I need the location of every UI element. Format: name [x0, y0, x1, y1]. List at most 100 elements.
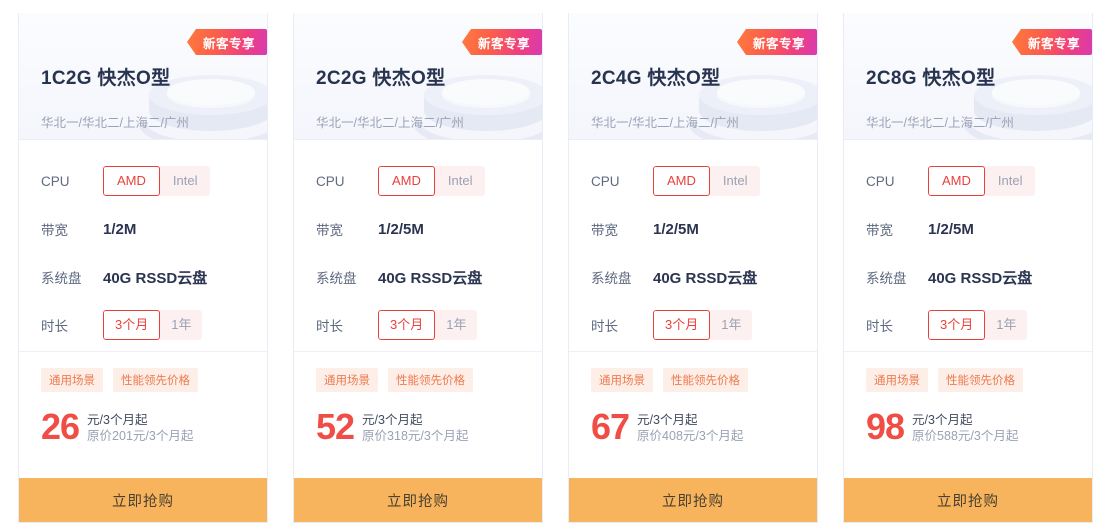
feature-tag-1: 通用场景	[316, 368, 378, 392]
spec-value-disk: 40G RSSD云盘	[103, 269, 208, 287]
spec-label-disk: 系统盘	[591, 271, 632, 286]
spec-list: CPU AMD Intel 带宽 1/2/5M 系统盘 40G RSSD云盘 时长…	[294, 140, 542, 352]
tag-list: 通用场景 性能领先价格	[866, 368, 1092, 392]
price-unit: 元/3个月起	[87, 413, 148, 427]
card-title: 1C2G 快杰O型	[41, 68, 171, 89]
feature-tag-1: 通用场景	[591, 368, 653, 392]
card-regions: 华北一/华北二/上海二/广州	[316, 116, 464, 130]
tag-list: 通用场景 性能领先价格	[591, 368, 817, 392]
spec-label-duration: 时长	[316, 319, 343, 334]
duration-option-1[interactable]: 3个月	[378, 310, 436, 340]
price-block: 98 元/3个月起 原价588元/3个月起	[866, 406, 1092, 447]
cpu-option-amd[interactable]: AMD	[653, 166, 710, 196]
price-amount: 52	[316, 406, 355, 447]
card-header: 新客专享 1C2G 快杰O型 华北一/华北二/上海二/广州	[19, 13, 267, 140]
duration-option-1[interactable]: 3个月	[103, 310, 161, 340]
price-original: 原价201元/3个月起	[87, 429, 194, 443]
new-customer-badge: 新客专享	[186, 29, 267, 55]
duration-selector[interactable]: 3个月 1年	[378, 310, 478, 340]
spec-row-disk: 系统盘 40G RSSD云盘	[19, 253, 267, 301]
spec-label-bandwidth: 带宽	[591, 223, 618, 238]
card-header: 新客专享 2C8G 快杰O型 华北一/华北二/上海二/广州	[844, 13, 1092, 140]
cpu-option-amd[interactable]: AMD	[103, 166, 160, 196]
spec-row-cpu: CPU AMD Intel	[294, 157, 542, 205]
card-footer-info: 通用场景 性能领先价格 98 元/3个月起 原价588元/3个月起	[844, 352, 1092, 478]
spec-label-duration: 时长	[866, 319, 893, 334]
cpu-option-intel[interactable]: Intel	[985, 166, 1036, 196]
price-unit: 元/3个月起	[362, 413, 423, 427]
feature-tag-1: 通用场景	[41, 368, 103, 392]
spec-row-cpu: CPU AMD Intel	[844, 157, 1092, 205]
spec-label-cpu: CPU	[41, 173, 70, 189]
spec-row-duration: 时长 3个月 1年	[844, 301, 1092, 349]
spec-value-bandwidth: 1/2M	[103, 220, 137, 238]
feature-tag-1: 通用场景	[866, 368, 928, 392]
duration-option-1[interactable]: 3个月	[928, 310, 986, 340]
price-block: 67 元/3个月起 原价408元/3个月起	[591, 409, 817, 445]
card-header: 新客专享 2C4G 快杰O型 华北一/华北二/上海二/广州	[569, 13, 817, 140]
spec-label-bandwidth: 带宽	[41, 223, 68, 238]
buy-now-button[interactable]: 立即抢购	[19, 478, 267, 522]
cpu-option-intel[interactable]: Intel	[160, 166, 211, 196]
duration-selector[interactable]: 3个月 1年	[653, 310, 753, 340]
tag-list: 通用场景 性能领先价格	[316, 368, 542, 392]
spec-value-bandwidth: 1/2/5M	[928, 220, 974, 238]
price-amount: 98	[866, 406, 905, 447]
cpu-option-amd[interactable]: AMD	[928, 166, 985, 196]
spec-row-bandwidth: 带宽 1/2/5M	[294, 205, 542, 253]
spec-row-bandwidth: 带宽 1/2/5M	[569, 205, 817, 253]
cpu-option-intel[interactable]: Intel	[435, 166, 486, 196]
spec-list: CPU AMD Intel 带宽 1/2/5M 系统盘 40G RSSD云盘 时长…	[844, 140, 1092, 352]
cpu-selector[interactable]: AMD Intel	[103, 166, 211, 196]
spec-label-cpu: CPU	[316, 173, 345, 189]
pricing-card-4[interactable]: 新客专享 2C8G 快杰O型 华北一/华北二/上海二/广州 CPU AMD Int…	[843, 13, 1093, 523]
duration-option-1[interactable]: 3个月	[653, 310, 711, 340]
spec-value-disk: 40G RSSD云盘	[378, 269, 483, 287]
price-block: 52 元/3个月起 原价318元/3个月起	[316, 406, 542, 447]
duration-option-2[interactable]: 1年	[710, 310, 752, 340]
pricing-card-2[interactable]: 新客专享 2C2G 快杰O型 华北一/华北二/上海二/广州 CPU AMD Int…	[293, 13, 543, 523]
duration-option-2[interactable]: 1年	[160, 310, 202, 340]
buy-now-button[interactable]: 立即抢购	[294, 478, 542, 522]
tag-list: 通用场景 性能领先价格	[41, 368, 267, 392]
duration-selector[interactable]: 3个月 1年	[103, 310, 203, 340]
pricing-card-board: 新客专享 1C2G 快杰O型 华北一/华北二/上海二/广州 CPU AMD Int…	[0, 0, 1109, 523]
card-title: 2C4G 快杰O型	[591, 68, 721, 89]
duration-option-2[interactable]: 1年	[985, 310, 1027, 340]
feature-tag-2: 性能领先价格	[663, 368, 748, 392]
spec-row-disk: 系统盘 40G RSSD云盘	[294, 253, 542, 301]
spec-label-disk: 系统盘	[316, 271, 357, 286]
spec-value-disk: 40G RSSD云盘	[653, 269, 758, 287]
card-regions: 华北一/华北二/上海二/广州	[866, 116, 1014, 130]
card-footer-info: 通用场景 性能领先价格 26 元/3个月起 原价201元/3个月起	[19, 352, 267, 478]
card-title: 2C2G 快杰O型	[316, 68, 446, 89]
new-customer-badge: 新客专享	[736, 29, 817, 55]
new-customer-badge: 新客专享	[1011, 29, 1092, 55]
cpu-selector[interactable]: AMD Intel	[653, 166, 761, 196]
spec-value-disk: 40G RSSD云盘	[928, 269, 1033, 287]
cpu-option-amd[interactable]: AMD	[378, 166, 435, 196]
price-original: 原价408元/3个月起	[637, 429, 744, 443]
buy-now-button[interactable]: 立即抢购	[844, 478, 1092, 522]
pricing-card-3[interactable]: 新客专享 2C4G 快杰O型 华北一/华北二/上海二/广州 CPU AMD Int…	[568, 13, 818, 523]
spec-row-disk: 系统盘 40G RSSD云盘	[569, 253, 817, 301]
spec-label-duration: 时长	[41, 319, 68, 334]
price-original: 原价588元/3个月起	[912, 429, 1019, 443]
spec-row-cpu: CPU AMD Intel	[569, 157, 817, 205]
cpu-option-intel[interactable]: Intel	[710, 166, 761, 196]
pricing-card-1[interactable]: 新客专享 1C2G 快杰O型 华北一/华北二/上海二/广州 CPU AMD Int…	[18, 13, 268, 523]
duration-selector[interactable]: 3个月 1年	[928, 310, 1028, 340]
buy-now-button[interactable]: 立即抢购	[569, 478, 817, 522]
duration-option-2[interactable]: 1年	[435, 310, 477, 340]
feature-tag-2: 性能领先价格	[388, 368, 473, 392]
spec-label-bandwidth: 带宽	[316, 223, 343, 238]
price-details: 元/3个月起 原价588元/3个月起	[912, 410, 1018, 445]
price-details: 元/3个月起 原价318元/3个月起	[362, 410, 468, 445]
spec-value-bandwidth: 1/2/5M	[653, 220, 699, 238]
cpu-selector[interactable]: AMD Intel	[928, 166, 1036, 196]
spec-row-duration: 时长 3个月 1年	[19, 301, 267, 349]
spec-value-bandwidth: 1/2/5M	[378, 220, 424, 238]
price-details: 元/3个月起 原价408元/3个月起	[637, 410, 743, 445]
cpu-selector[interactable]: AMD Intel	[378, 166, 486, 196]
price-unit: 元/3个月起	[912, 413, 973, 427]
